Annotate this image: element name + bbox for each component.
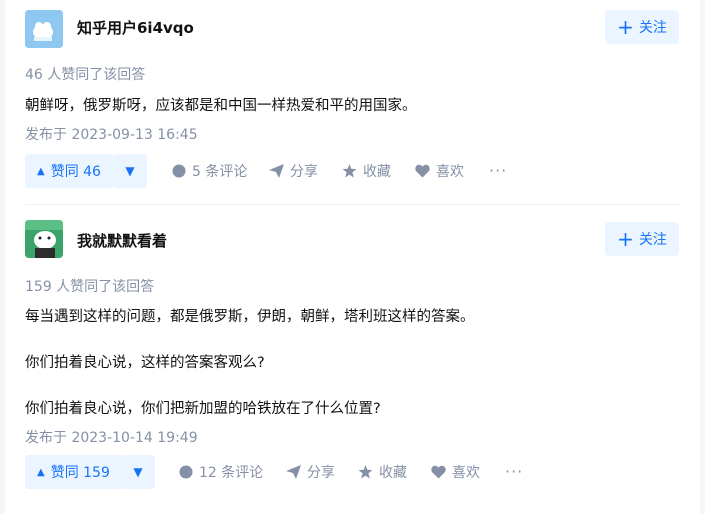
vote-down-button[interactable]: ▼: [121, 455, 155, 489]
follow-button[interactable]: + 关注: [605, 222, 679, 256]
avatar[interactable]: [25, 220, 63, 258]
like-button[interactable]: 喜欢: [415, 154, 464, 188]
plus-icon: +: [617, 227, 634, 251]
answer-paragraph: 每当遇到这样的问题，都是俄罗斯，伊朗，朝鲜，塔利班这样的答案。: [25, 309, 475, 325]
triangle-up-icon: ▲: [37, 165, 45, 177]
vote-up-button[interactable]: ▲ 赞同 46: [25, 154, 113, 188]
vote-up-label: 赞同 46: [50, 164, 101, 180]
plus-icon: +: [617, 15, 634, 39]
comment-label: 12 条评论: [199, 465, 264, 481]
share-label: 分享: [307, 465, 335, 481]
triangle-down-icon: ▼: [133, 465, 143, 479]
comment-icon: [179, 465, 193, 479]
collect-label: 收藏: [379, 465, 407, 481]
like-label: 喜欢: [452, 465, 480, 481]
heart-icon: [415, 164, 430, 178]
comment-button[interactable]: 12 条评论: [179, 455, 263, 489]
heart-icon: [431, 465, 446, 479]
more-button[interactable]: ···: [505, 462, 523, 481]
vote-up-label: 赞同 159: [50, 465, 110, 481]
avatar[interactable]: [25, 10, 63, 48]
comment-icon: [172, 164, 186, 178]
like-label: 喜欢: [436, 164, 464, 180]
divider: [25, 204, 680, 205]
share-button[interactable]: 分享: [286, 455, 335, 489]
star-icon: [342, 164, 357, 178]
like-button[interactable]: 喜欢: [431, 455, 480, 489]
publish-date[interactable]: 发布于 2023-10-14 19:49: [25, 427, 198, 447]
vote-count-text: 159 人赞同了该回答: [25, 279, 155, 295]
share-label: 分享: [290, 164, 318, 180]
triangle-up-icon: ▲: [37, 466, 45, 478]
follow-label: 关注: [638, 232, 667, 248]
author-name[interactable]: 知乎用户6i4vqo: [77, 17, 194, 38]
answer-item: 我就默默看着 + 关注 159 人赞同了该回答 每当遇到这样的问题，都是俄罗斯，…: [5, 206, 700, 514]
star-icon: [358, 465, 373, 479]
comment-label: 5 条评论: [192, 164, 248, 180]
answer-paragraph: 你们拍着良心说，这样的答案客观么?: [25, 355, 265, 371]
comment-button[interactable]: 5 条评论: [172, 154, 247, 188]
answer-list: 知乎用户6i4vqo + 关注 46 人赞同了该回答 朝鲜呀，俄罗斯呀，应该都是…: [5, 0, 700, 514]
collect-button[interactable]: 收藏: [358, 455, 407, 489]
share-button[interactable]: 分享: [269, 154, 318, 188]
more-button[interactable]: ···: [489, 161, 507, 180]
avatar-image: [25, 10, 63, 48]
paper-plane-icon: [269, 164, 284, 178]
avatar-image: [25, 220, 63, 258]
answer-item: 知乎用户6i4vqo + 关注 46 人赞同了该回答 朝鲜呀，俄罗斯呀，应该都是…: [5, 0, 700, 204]
vote-down-button[interactable]: ▼: [113, 154, 147, 188]
collect-label: 收藏: [363, 164, 391, 180]
answer-paragraph: 你们拍着良心说，你们把新加盟的哈铁放在了什么位置?: [25, 401, 381, 417]
vote-up-button[interactable]: ▲ 赞同 159: [25, 455, 122, 489]
publish-date[interactable]: 发布于 2023-09-13 16:45: [25, 124, 198, 144]
vote-count-text: 46 人赞同了该回答: [25, 67, 146, 83]
triangle-down-icon: ▼: [125, 164, 135, 178]
answer-paragraph: 朝鲜呀，俄罗斯呀，应该都是和中国一样热爱和平的用国家。: [25, 98, 417, 114]
author-name[interactable]: 我就默默看着: [77, 230, 167, 251]
collect-button[interactable]: 收藏: [342, 154, 391, 188]
follow-button[interactable]: + 关注: [605, 10, 679, 44]
follow-label: 关注: [638, 20, 667, 36]
paper-plane-icon: [286, 465, 301, 479]
